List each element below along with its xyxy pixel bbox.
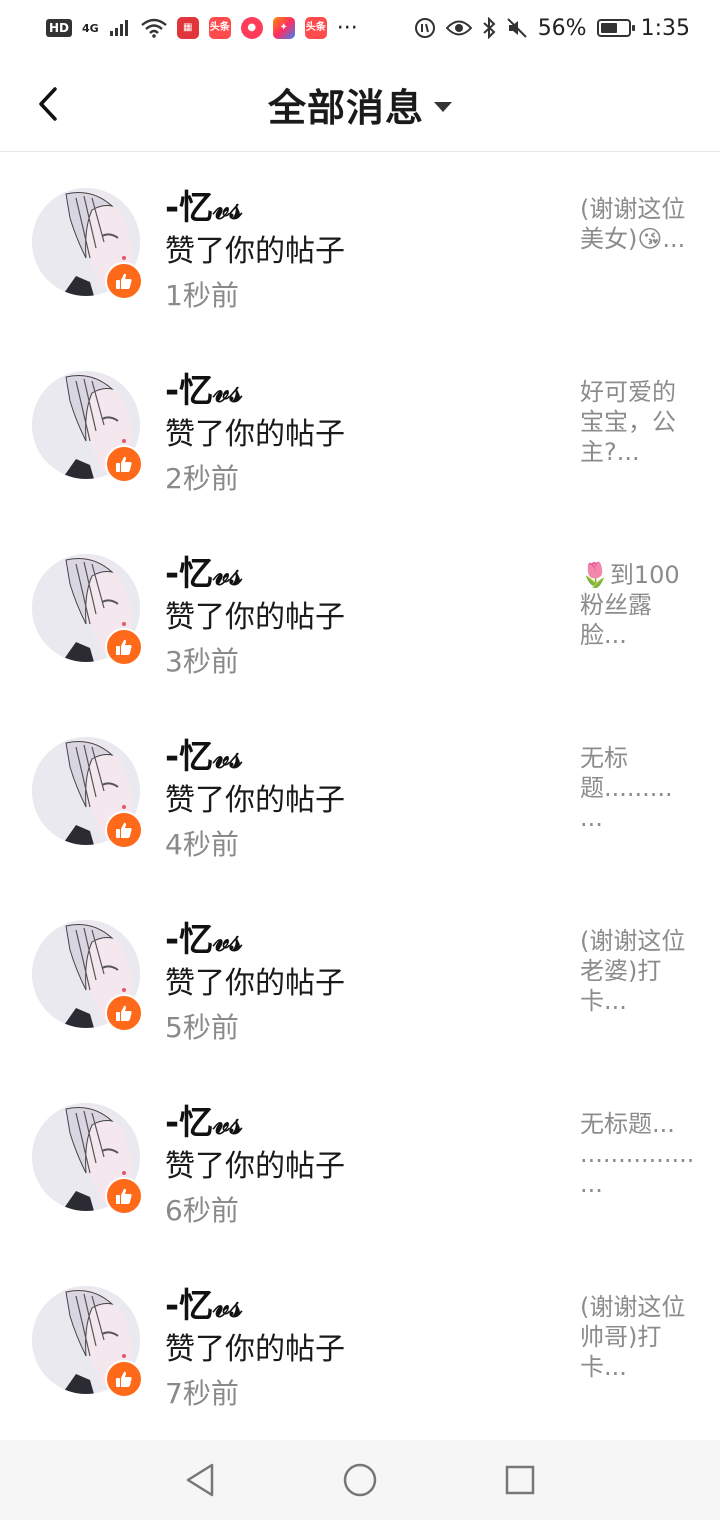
- notification-item[interactable]: -忆𝓋𝓈 赞了你的帖子 2秒前 好可爱的宝宝，公主?...: [0, 335, 720, 518]
- nav-home-button[interactable]: [336, 1456, 384, 1504]
- mute-icon: [506, 18, 527, 38]
- square-recents-icon: [505, 1465, 535, 1495]
- notification-time: 5秒前: [165, 1011, 239, 1044]
- triangle-back-icon: [186, 1463, 214, 1497]
- top-bar: 全部消息: [0, 56, 720, 152]
- user-name[interactable]: -忆𝓋𝓈: [165, 1095, 242, 1144]
- more-notifications-icon: ···: [336, 15, 358, 41]
- app-icon-colorful: ✦: [272, 17, 295, 39]
- notification-item[interactable]: -忆𝓋𝓈 赞了你的帖子 7秒前 (谢谢这位帅哥)打卡...: [0, 1250, 720, 1433]
- status-left: HD 4G ▦ 头条 ● ✦ 头条 ···: [46, 16, 358, 41]
- notification-time: 1秒前: [165, 279, 239, 312]
- nav-recents-button[interactable]: [496, 1456, 544, 1504]
- notification-item[interactable]: -忆𝓋𝓈 赞了你的帖子 1秒前 (谢谢这位美女)😘...: [0, 152, 720, 335]
- user-name[interactable]: -忆𝓋𝓈: [165, 729, 242, 778]
- post-preview[interactable]: 🌷到100粉丝露脸...: [580, 560, 688, 650]
- thumbs-up-icon: [105, 811, 143, 849]
- system-nav-bar: [0, 1440, 720, 1520]
- thumbs-up-icon: [105, 628, 143, 666]
- post-preview[interactable]: (谢谢这位老婆)打卡...: [580, 926, 688, 1016]
- notification-time: 4秒前: [165, 828, 239, 861]
- status-right: 56% 1:35: [414, 16, 690, 41]
- user-name[interactable]: -忆𝓋𝓈: [165, 912, 242, 961]
- message-filter-dropdown[interactable]: 全部消息: [0, 56, 720, 152]
- clock: 1:35: [640, 15, 690, 41]
- post-preview[interactable]: (谢谢这位美女)😘...: [580, 194, 688, 254]
- battery-icon: [596, 19, 635, 37]
- user-name[interactable]: -忆𝓋𝓈: [165, 363, 242, 412]
- battery-percent: 56%: [537, 15, 587, 41]
- notification-action: 赞了你的帖子: [165, 966, 345, 1001]
- thumbs-up-icon: [105, 445, 143, 483]
- thumbs-up-icon: [105, 994, 143, 1032]
- signal-icon: [109, 20, 128, 36]
- thumbs-up-icon: [105, 1177, 143, 1215]
- circle-home-icon: [343, 1463, 377, 1497]
- wifi-icon: [140, 18, 167, 38]
- app-icon-checker: ▦: [176, 17, 199, 39]
- post-preview[interactable]: (谢谢这位帅哥)打卡...: [580, 1292, 688, 1382]
- notification-time: 6秒前: [165, 1194, 239, 1227]
- notification-action: 赞了你的帖子: [165, 234, 345, 269]
- eye-comfort-icon: [445, 20, 472, 36]
- notification-action: 赞了你的帖子: [165, 600, 345, 635]
- nav-back-button[interactable]: [176, 1456, 224, 1504]
- notification-item[interactable]: -忆𝓋𝓈 赞了你的帖子 5秒前 (谢谢这位老婆)打卡...: [0, 884, 720, 1067]
- toutiao-icon-3: 头条: [304, 17, 327, 39]
- bluetooth-icon: [483, 17, 496, 39]
- user-name[interactable]: -忆𝓋𝓈: [165, 546, 242, 595]
- notification-action: 赞了你的帖子: [165, 1332, 345, 1367]
- thumbs-up-icon: [105, 1360, 143, 1398]
- caret-down-icon: [434, 102, 452, 112]
- network-type: 4G: [82, 21, 99, 35]
- notification-list: -忆𝓋𝓈 赞了你的帖子 1秒前 (谢谢这位美女)😘... -忆𝓋𝓈 赞了你的帖子…: [0, 152, 720, 1433]
- toutiao-news-icon: 头条: [208, 17, 231, 39]
- notification-time: 7秒前: [165, 1377, 239, 1410]
- post-preview[interactable]: 好可爱的宝宝，公主?...: [580, 377, 688, 467]
- status-bar: HD 4G ▦ 头条 ● ✦ 头条 ··· 56% 1:35: [0, 0, 720, 56]
- notification-time: 2秒前: [165, 462, 239, 495]
- post-preview[interactable]: 无标题... ............... ...: [580, 1109, 694, 1199]
- notification-action: 赞了你的帖子: [165, 1149, 345, 1184]
- notification-time: 3秒前: [165, 645, 239, 678]
- page-title: 全部消息: [267, 85, 424, 130]
- app-icon-red: ●: [240, 17, 263, 39]
- user-name[interactable]: -忆𝓋𝓈: [165, 1278, 242, 1327]
- notification-item[interactable]: -忆𝓋𝓈 赞了你的帖子 3秒前 🌷到100粉丝露脸...: [0, 518, 720, 701]
- notification-item[interactable]: -忆𝓋𝓈 赞了你的帖子 4秒前 无标题......... ...: [0, 701, 720, 884]
- hd-badge: HD: [46, 19, 73, 37]
- thumbs-up-icon: [105, 262, 143, 300]
- user-name[interactable]: -忆𝓋𝓈: [165, 180, 242, 229]
- post-preview[interactable]: 无标题......... ...: [580, 743, 688, 833]
- data-saver-icon: [414, 18, 435, 38]
- notification-action: 赞了你的帖子: [165, 417, 345, 452]
- notification-item[interactable]: -忆𝓋𝓈 赞了你的帖子 6秒前 无标题... ............... .…: [0, 1067, 720, 1250]
- notification-action: 赞了你的帖子: [165, 783, 345, 818]
